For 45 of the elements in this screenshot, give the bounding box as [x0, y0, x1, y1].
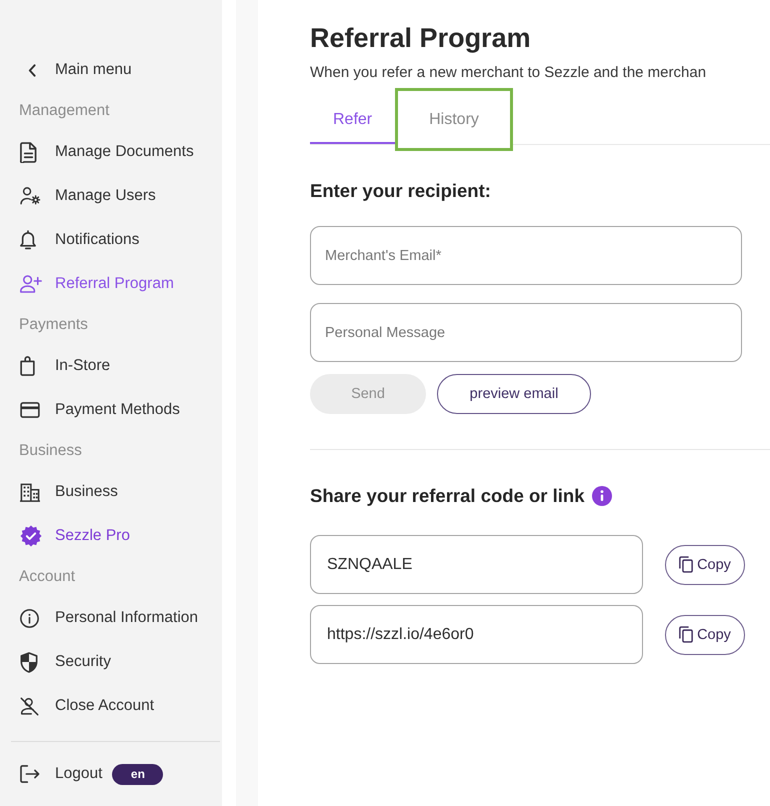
sidebar-item[interactable]: Close Account [0, 684, 222, 728]
page-title: Referral Program [310, 22, 532, 54]
copy-button[interactable]: Copy [665, 614, 745, 654]
referral-link-field[interactable]: https://szzl.io/4e6or0 [310, 605, 643, 664]
sidebar-item[interactable]: Payment Methods [0, 388, 222, 432]
sidebar-item[interactable]: Manage Users [0, 174, 222, 218]
section-heading: Business [18, 441, 83, 461]
verified-badge-icon [20, 525, 42, 547]
sidebar-item[interactable]: Security [0, 640, 222, 684]
email-field[interactable]: Merchant's Email* [310, 226, 742, 285]
document-icon [20, 142, 37, 162]
chevron-left-icon [28, 64, 36, 76]
user-plus-icon [20, 275, 42, 293]
credit-card-icon [20, 402, 40, 418]
sidebar-item[interactable]: Referral Program [0, 262, 222, 306]
sidebar-item[interactable]: Sezzle Pro [0, 514, 222, 558]
section-heading: Enter your recipient: [310, 179, 492, 203]
bell-icon [20, 230, 36, 250]
section-heading: Share your referral code or link [310, 484, 585, 508]
copy-icon [679, 556, 694, 573]
section-heading: Management [18, 101, 110, 121]
shield-icon [20, 652, 38, 672]
page-description: When you refer a new merchant to Sezzle and the merchan [310, 63, 708, 83]
logout-icon [20, 765, 40, 783]
referral-code-field[interactable]: SZNQAALE [310, 535, 643, 594]
section-heading: Payments [18, 315, 89, 335]
info-icon [20, 608, 39, 628]
user-gear-icon [20, 187, 41, 205]
building-icon [20, 482, 40, 502]
section-heading: Account [18, 567, 76, 587]
sidebar-item[interactable]: Notifications [0, 218, 222, 262]
info-icon[interactable] [592, 486, 612, 506]
sidebar-item[interactable]: Manage Documents [0, 130, 222, 174]
shopping-bag-icon [20, 356, 35, 376]
sidebar-item[interactable]: Business [0, 470, 222, 514]
preview-email-button[interactable]: preview email [437, 374, 591, 414]
sidebar-item[interactable]: In-Store [0, 344, 222, 388]
copy-button[interactable]: Copy [665, 544, 745, 584]
main-menu-link[interactable]: Main menu [0, 48, 222, 92]
sidebar-item[interactable]: Personal Information [0, 596, 222, 640]
language-badge[interactable]: en [112, 764, 164, 784]
copy-icon [679, 626, 694, 643]
logout-button[interactable]: Logout [0, 752, 102, 796]
user-slash-icon [20, 696, 39, 716]
message-field[interactable]: Personal Message [310, 303, 742, 362]
